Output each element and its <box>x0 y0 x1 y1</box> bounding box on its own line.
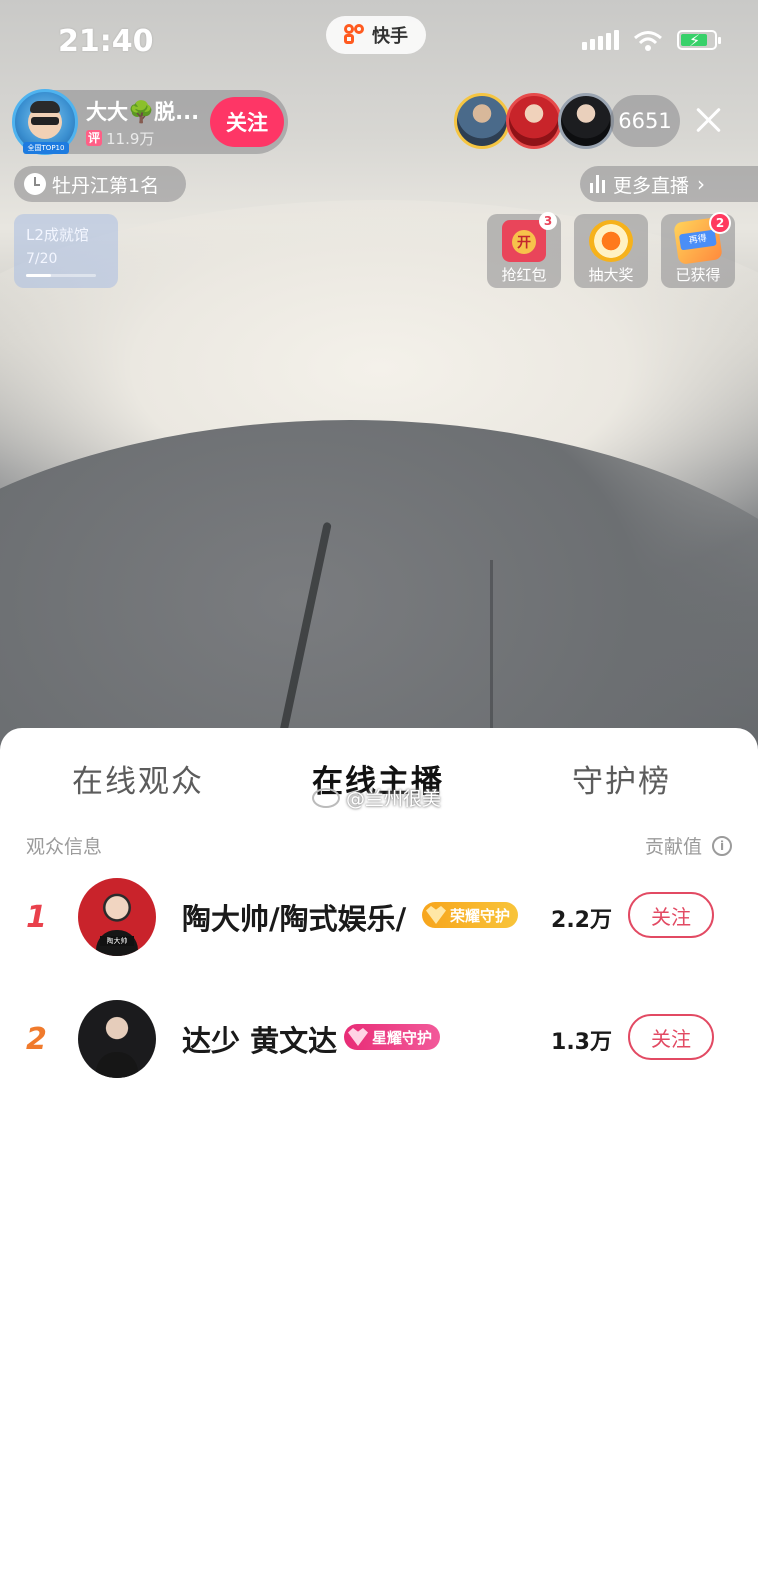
follow-button[interactable]: 关注 <box>628 1014 714 1060</box>
user-name[interactable]: 达少 黄文达 <box>182 1018 337 1060</box>
crown-icon <box>348 1028 368 1046</box>
close-icon[interactable] <box>690 102 726 138</box>
app-name: 快手 <box>372 26 408 47</box>
list-header-left: 观众信息 <box>26 836 103 858</box>
tab-guard-board[interactable]: 守护榜 <box>572 756 671 801</box>
clock-icon <box>24 173 46 195</box>
watermark: @兰州很美 <box>312 784 441 811</box>
host-follow-button[interactable]: 关注 <box>210 97 284 147</box>
lottery-wheel-icon <box>589 220 633 262</box>
host-avatar-badge: 全国TOP10 <box>23 142 69 154</box>
achievement-progress-bar <box>26 274 96 277</box>
red-packet-widget[interactable]: 开 抢红包 3 <box>487 212 561 288</box>
contribution-value: 2.2万 <box>551 908 612 933</box>
bar-chart-icon <box>590 175 605 193</box>
red-packet-icon: 开 <box>502 220 546 262</box>
follow-button[interactable]: 关注 <box>628 892 714 938</box>
chevron-right-icon: › <box>697 172 706 196</box>
viewer-avatar[interactable] <box>454 93 510 149</box>
list-item[interactable]: 1 陶大帅 陶大帅/陶式娱乐/ 荣耀守护 2.2万 关注 <box>0 874 758 964</box>
city-rank-pill[interactable]: 牡丹江第1名 <box>14 166 186 202</box>
rank-number: 2 <box>26 1022 47 1057</box>
weibo-icon <box>312 787 340 808</box>
crown-icon <box>426 906 446 924</box>
lottery-label: 抽大奖 <box>588 266 634 284</box>
lottery-widget[interactable]: 抽大奖 <box>574 214 648 288</box>
host-tag: 评 <box>86 130 103 146</box>
viewer-avatar[interactable] <box>558 93 614 149</box>
achievement-progress: 7/20 <box>26 251 58 267</box>
host-fans: 11.9万 <box>106 129 155 148</box>
list-header: 观众信息 贡献值 i <box>26 832 732 862</box>
viewer-count[interactable]: 6651 <box>610 95 680 147</box>
wifi-icon <box>633 30 663 51</box>
status-icons: ⚡ <box>582 30 721 51</box>
more-live-button[interactable]: 更多直播 › <box>580 166 758 202</box>
host-info: 大大🌳脱... 评 11.9万 <box>86 96 208 149</box>
host-name: 大大🌳脱... <box>86 99 200 124</box>
info-icon[interactable]: i <box>712 835 732 856</box>
obtained-label: 已获得 <box>675 266 721 284</box>
contribution-label: 贡献值 <box>644 836 702 858</box>
app-indicator: 快手 <box>326 16 426 54</box>
signal-icon <box>582 30 619 50</box>
user-name[interactable]: 陶大帅/陶式娱乐/ <box>182 896 406 938</box>
more-live-label: 更多直播 <box>613 174 690 197</box>
kuaishou-logo-icon <box>344 24 366 46</box>
video-shadow <box>0 420 758 760</box>
avatar[interactable]: 陶大帅 <box>78 878 156 956</box>
status-time: 21:40 <box>58 24 154 59</box>
online-sheet: 在线观众 在线主播 守护榜 @兰州很美 观众信息 贡献值 i 1 陶大帅 陶大帅… <box>0 728 758 1592</box>
avatar[interactable] <box>78 1000 156 1078</box>
list-item[interactable]: 2 达少 黄文达 星耀守护 1.3万 关注 <box>0 996 758 1086</box>
host-avatar[interactable]: 全国TOP10 <box>12 89 78 155</box>
host-card[interactable]: 全国TOP10 大大🌳脱... 评 11.9万 关注 <box>12 89 288 155</box>
guard-badge: 荣耀守护 <box>422 902 519 928</box>
top-viewers[interactable] <box>454 93 614 149</box>
city-rank-label: 牡丹江第1名 <box>52 174 160 197</box>
tab-online-audience[interactable]: 在线观众 <box>72 756 204 801</box>
contribution-value: 1.3万 <box>551 1030 612 1055</box>
obtained-badge: 2 <box>709 212 731 234</box>
viewer-avatar[interactable] <box>506 93 562 149</box>
list-header-right: 贡献值 i <box>645 832 732 859</box>
red-packet-badge: 3 <box>539 212 557 230</box>
achievement-card[interactable]: L2成就馆 7/20 <box>14 214 118 288</box>
obtained-widget[interactable]: 再得 已获得 2 <box>661 212 735 288</box>
battery-icon: ⚡ <box>677 30 721 50</box>
red-packet-label: 抢红包 <box>501 266 547 284</box>
rank-number: 1 <box>26 900 47 935</box>
guard-badge: 星耀守护 <box>344 1024 441 1050</box>
achievement-title: L2成就馆 <box>26 226 89 244</box>
